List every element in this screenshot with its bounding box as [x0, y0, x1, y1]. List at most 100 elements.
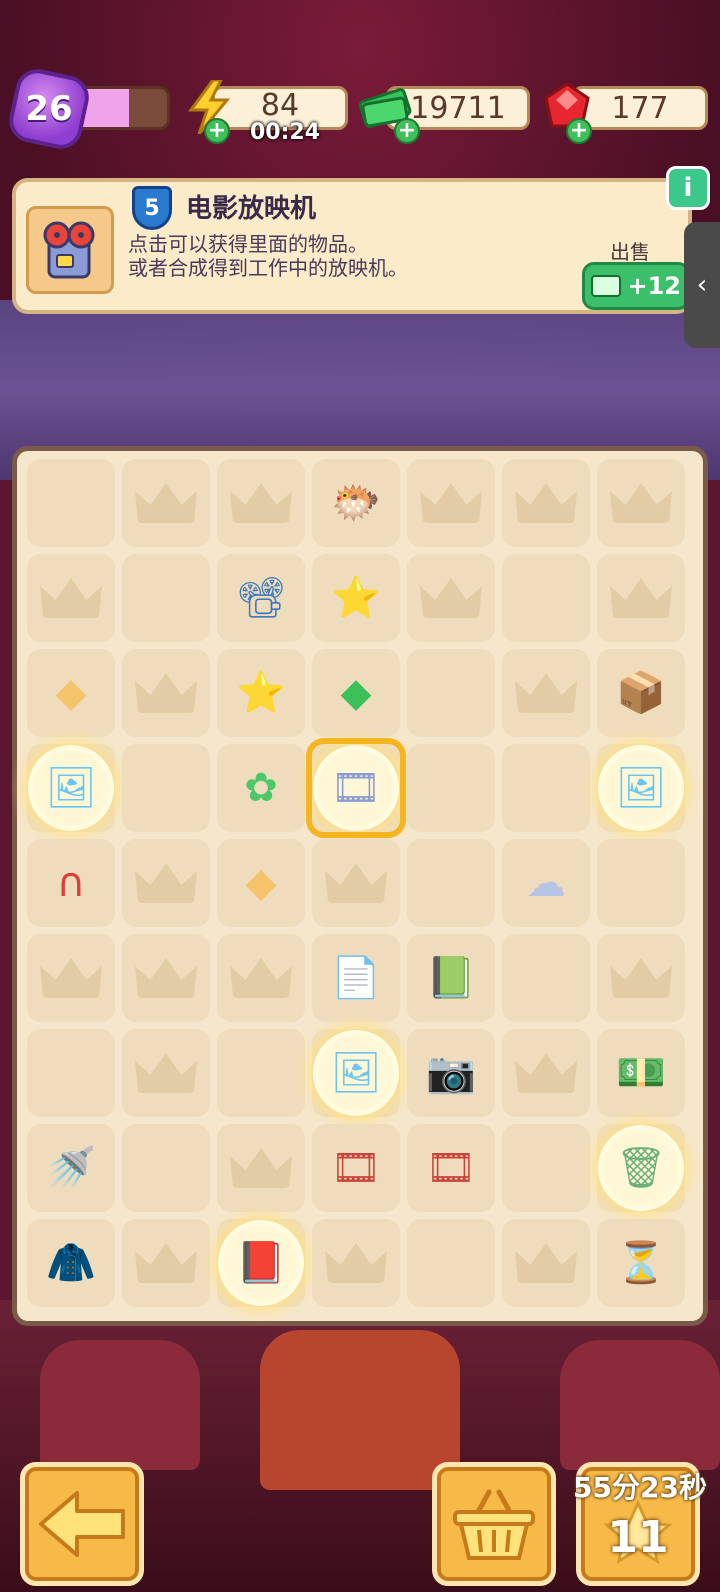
glowing-book-item[interactable]: 📕: [223, 1225, 299, 1301]
board-cell[interactable]: [122, 1219, 210, 1307]
board-cell[interactable]: [27, 554, 115, 642]
board-cell[interactable]: [407, 649, 495, 737]
green-gem-item[interactable]: ◆: [318, 655, 394, 731]
crumpled-paper-item[interactable]: ☁: [508, 845, 584, 921]
board-cell[interactable]: [122, 1029, 210, 1117]
item-level-number: 5: [144, 195, 160, 221]
pufferfish-item[interactable]: 🐡: [318, 465, 394, 541]
board-cell[interactable]: 🖼: [312, 1029, 400, 1117]
board-cell[interactable]: [122, 934, 210, 1022]
board-cell[interactable]: ◆: [27, 649, 115, 737]
board-cell[interactable]: 📦: [597, 649, 685, 737]
board-cell[interactable]: [502, 934, 590, 1022]
board-cell[interactable]: 🗑: [597, 1124, 685, 1212]
board-cell[interactable]: 📕: [217, 1219, 305, 1307]
board-cell[interactable]: 📗: [407, 934, 495, 1022]
board-cell[interactable]: 🎞: [312, 1124, 400, 1212]
board-cell[interactable]: [502, 744, 590, 832]
board-cell[interactable]: 🧥: [27, 1219, 115, 1307]
lightning-book-item[interactable]: 📗: [413, 940, 489, 1016]
board-cell[interactable]: 📄: [312, 934, 400, 1022]
sell-button[interactable]: +12: [582, 262, 690, 310]
basket-button[interactable]: [432, 1462, 556, 1586]
winged-star-item[interactable]: ⭐: [223, 655, 299, 731]
angel-star-item[interactable]: ⭐: [318, 560, 394, 636]
side-panel-tab[interactable]: ‹: [684, 222, 720, 348]
board-cell[interactable]: [407, 839, 495, 927]
board-cell[interactable]: [217, 934, 305, 1022]
add-energy-button[interactable]: +: [204, 118, 230, 144]
board-cell[interactable]: [122, 839, 210, 927]
board-cell[interactable]: 📷: [407, 1029, 495, 1117]
sketch-paper-item[interactable]: 📄: [318, 940, 394, 1016]
board-cell[interactable]: [597, 459, 685, 547]
glowing-screen-item[interactable]: 🖼: [603, 750, 679, 826]
board-cell[interactable]: [122, 744, 210, 832]
add-cash-button[interactable]: +: [394, 118, 420, 144]
board-cell[interactable]: [502, 1219, 590, 1307]
board-cell[interactable]: ☁: [502, 839, 590, 927]
board-cell[interactable]: [597, 839, 685, 927]
board-cell[interactable]: 🎞: [407, 1124, 495, 1212]
watering-can-item[interactable]: 🚿: [33, 1130, 109, 1206]
board-cell[interactable]: [407, 1219, 495, 1307]
board-cell[interactable]: [27, 459, 115, 547]
board-cell[interactable]: ◆: [312, 649, 400, 737]
popcorn-pile-item[interactable]: ◆: [223, 845, 299, 921]
board-cell[interactable]: 🖼: [597, 744, 685, 832]
board-cell[interactable]: [122, 649, 210, 737]
board-cell[interactable]: [502, 649, 590, 737]
board-cell[interactable]: [122, 554, 210, 642]
projector-icon: [26, 206, 114, 294]
info-button[interactable]: i: [666, 166, 710, 210]
board-cell[interactable]: [217, 1029, 305, 1117]
popcorn-kernel-item[interactable]: ◆: [33, 655, 109, 731]
board-cell[interactable]: [597, 554, 685, 642]
board-cell[interactable]: [122, 459, 210, 547]
detective-coat-item[interactable]: 🧥: [33, 1225, 109, 1301]
board-cell[interactable]: ◆: [217, 839, 305, 927]
angel-blob-item[interactable]: ✿: [223, 750, 299, 826]
camera-generator-item[interactable]: 📷: [413, 1035, 489, 1111]
board-cell[interactable]: [407, 744, 495, 832]
info-icon: i: [683, 173, 693, 203]
board-cell[interactable]: [597, 934, 685, 1022]
board-cell[interactable]: 🐡: [312, 459, 400, 547]
camera-box-item[interactable]: 📦: [603, 655, 679, 731]
magnet-item[interactable]: ∩: [33, 845, 109, 921]
board-cell[interactable]: ✿: [217, 744, 305, 832]
cash-stack-item[interactable]: 💵: [603, 1035, 679, 1111]
locked-crown-icon: [325, 1243, 387, 1283]
film-reel-item[interactable]: 🎞: [318, 1130, 394, 1206]
board-cell[interactable]: ∩: [27, 839, 115, 927]
board-cell[interactable]: ⭐: [217, 649, 305, 737]
board-cell[interactable]: 📽: [217, 554, 305, 642]
glowing-screen-item[interactable]: 🖼: [33, 750, 109, 826]
board-cell[interactable]: 💵: [597, 1029, 685, 1117]
board-cell[interactable]: [217, 459, 305, 547]
board-cell[interactable]: [502, 1029, 590, 1117]
glowing-bin-item[interactable]: 🗑: [603, 1130, 679, 1206]
add-gem-button[interactable]: +: [566, 118, 592, 144]
board-cell[interactable]: [27, 934, 115, 1022]
board-cell[interactable]: [122, 1124, 210, 1212]
glowing-screen-item[interactable]: 🖼: [318, 1035, 394, 1111]
board-cell[interactable]: [217, 1124, 305, 1212]
board-cell[interactable]: 🖼: [27, 744, 115, 832]
board-cell[interactable]: [407, 554, 495, 642]
board-cell[interactable]: [312, 1219, 400, 1307]
board-cell[interactable]: [407, 459, 495, 547]
board-cell[interactable]: [502, 1124, 590, 1212]
back-button[interactable]: [20, 1462, 144, 1586]
film-strip-item[interactable]: 🎞: [413, 1130, 489, 1206]
board-cell[interactable]: 🚿: [27, 1124, 115, 1212]
board-cell[interactable]: [502, 459, 590, 547]
projector-generator-item[interactable]: 📽: [223, 560, 299, 636]
hourglass-item[interactable]: ⏳: [603, 1225, 679, 1301]
board-cell[interactable]: ⏳: [597, 1219, 685, 1307]
board-cell[interactable]: [502, 554, 590, 642]
board-cell[interactable]: [27, 1029, 115, 1117]
merge-board: 🐡 📽 ⭐ ◆ ⭐ ◆ 📦 🖼 ✿ 🎞 🖼 ∩ ◆ ☁ 📄 📗 🖼 📷 💵 🚿 🎞 🎞 🗑 🧥 📕 ⏳: [12, 446, 708, 1326]
board-cell[interactable]: [312, 839, 400, 927]
board-cell[interactable]: ⭐: [312, 554, 400, 642]
